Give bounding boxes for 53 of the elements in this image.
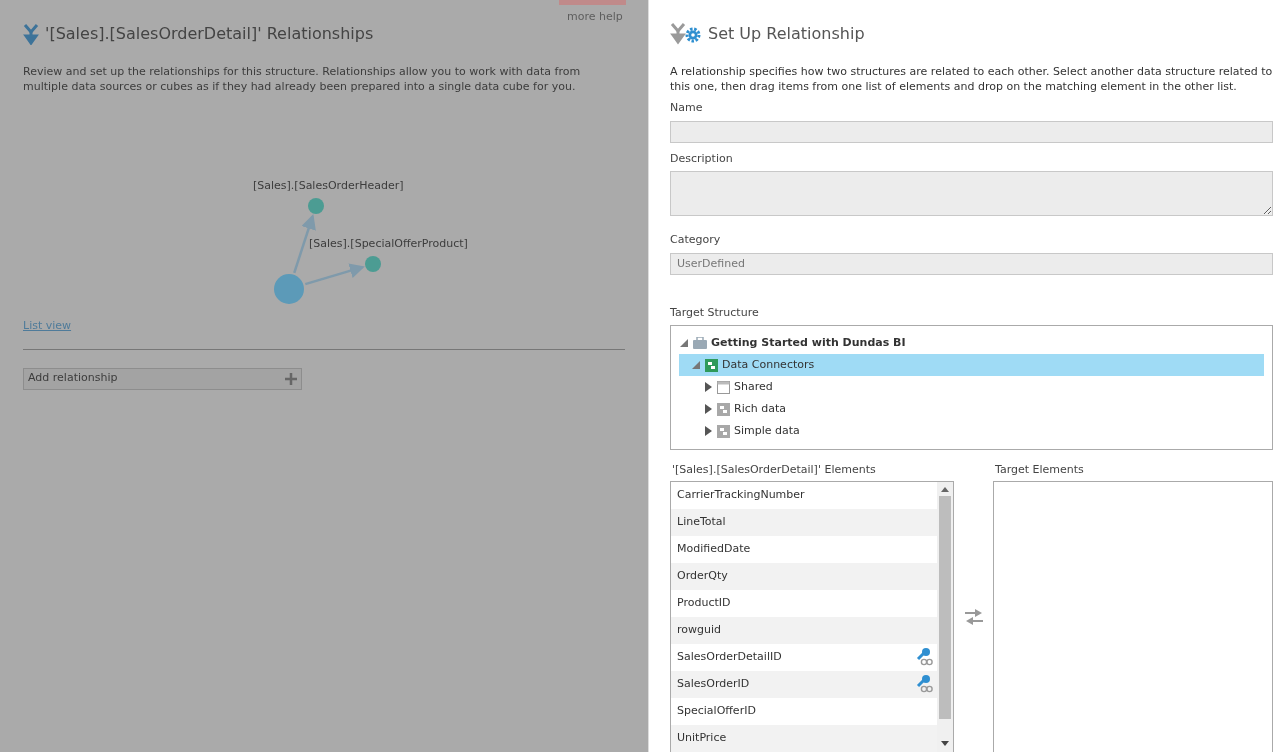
element-item[interactable]: rowguid (671, 616, 937, 644)
field-label: Description (670, 150, 734, 167)
scroll-down-icon (941, 740, 949, 746)
connector-folder-icon (705, 358, 718, 372)
field-label: Category (670, 232, 722, 248)
element-item[interactable]: SpecialOfferID (671, 697, 937, 725)
element-item[interactable]: SalesOrderID (671, 670, 937, 698)
related-node[interactable] (308, 198, 324, 214)
key-link-icon (915, 648, 933, 666)
expand-icon (704, 404, 712, 414)
field-label: Name (670, 100, 704, 116)
element-item[interactable]: CarrierTrackingNumber (671, 481, 937, 509)
expand-icon (704, 426, 712, 436)
list-label: Target Elements (995, 462, 1084, 478)
dialog-description: A relationship specifies how two structures are related to each other. Select another data structure related to this one, then drag items from one list of elements and drop on the matching element in the other list. (670, 64, 1273, 94)
key-link-icon (915, 675, 933, 693)
relationship-icon (23, 23, 39, 45)
element-item[interactable]: ModifiedDate (671, 535, 937, 563)
tree-item[interactable]: Getting Started with Dundas BI (679, 332, 1264, 354)
field-label: Target Structure (670, 304, 760, 321)
structure-node[interactable] (274, 274, 304, 304)
tree-item[interactable]: Shared (679, 376, 1264, 398)
element-item[interactable]: OrderQty (671, 562, 937, 590)
panel-title: '[Sales].[SalesOrderDetail]' Relationships (45, 23, 374, 45)
node-label: [Sales].[SalesOrderHeader] (253, 178, 404, 194)
element-item[interactable]: SalesOrderDetailID (671, 643, 937, 671)
expand-icon (704, 382, 712, 392)
scroll-up-icon (941, 486, 949, 492)
collapse-icon (692, 361, 700, 369)
tree-item[interactable]: Simple data (679, 420, 1264, 442)
name-field[interactable] (670, 120, 1273, 143)
element-item[interactable]: LineTotal (671, 508, 937, 536)
connector-folder-icon (717, 402, 730, 416)
list-label: '[Sales].[SalesOrderDetail]' Elements (672, 462, 877, 478)
collapse-icon (680, 339, 688, 347)
connector-folder-icon (717, 424, 730, 438)
element-item[interactable]: UnitPrice (671, 724, 937, 752)
description-field[interactable] (670, 171, 1273, 216)
relationship-gear-icon (670, 22, 702, 46)
briefcase-icon (693, 337, 707, 349)
add-relationship-button[interactable]: Add relationship (23, 367, 302, 390)
node-label: [Sales].[SpecialOfferProduct] (309, 236, 468, 252)
dialog-title: Set Up Relationship (708, 23, 865, 45)
panel-description: Review and set up the relationships for this structure. Relationships allow you to work with data from multiple data sources or cubes as if they had already been prepared into a single data cube for you. (23, 64, 582, 94)
element-item[interactable]: ProductID (671, 589, 937, 617)
swap-arrows-icon (964, 608, 983, 625)
tree-item[interactable]: Rich data (679, 398, 1264, 420)
related-node[interactable] (365, 256, 381, 272)
scrollbar[interactable] (937, 481, 953, 752)
plus-icon (285, 372, 297, 385)
folder-icon (717, 380, 730, 394)
category-field[interactable]: UserDefined (670, 252, 1273, 275)
tree-item[interactable]: Data Connectors (679, 354, 1264, 376)
